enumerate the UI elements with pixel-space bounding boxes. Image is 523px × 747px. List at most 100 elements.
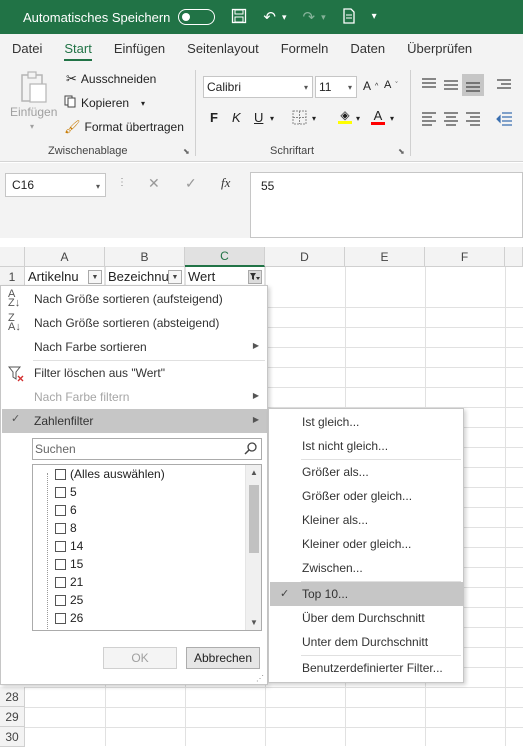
undo-icon[interactable]: ↶ [263,10,276,25]
checkbox[interactable] [55,594,66,606]
resize-grip-icon[interactable]: ⋰ [256,675,264,683]
checkbox[interactable] [55,486,66,498]
font-color-icon[interactable]: A [371,109,385,125]
align-bottom-icon[interactable] [462,74,484,96]
filter-by-color-item[interactable]: Nach Farbe filtern ▶ [2,385,267,409]
column-header-a[interactable]: A [25,247,105,267]
column-header-b[interactable]: B [105,247,185,267]
tab-einfuegen[interactable]: Einfügen [114,34,165,64]
tab-datei[interactable]: Datei [12,34,42,64]
checkbox[interactable] [55,468,66,480]
submenu-item-below-average[interactable]: Unter dem Durchschnitt [270,630,463,654]
scroll-down-icon[interactable]: ▼ [250,618,258,627]
tab-seitenlayout[interactable]: Seitenlayout [187,34,259,64]
checkbox[interactable] [55,612,66,624]
align-center-icon[interactable] [443,112,459,126]
clipboard-launcher-icon[interactable]: ⬊ [183,147,190,156]
font-launcher-icon[interactable]: ⬊ [398,147,405,156]
column-header-g[interactable] [505,247,523,267]
enter-icon[interactable]: ✓ [185,175,197,192]
clear-filter-item[interactable]: Filter löschen aus "Wert" [2,361,267,385]
grow-font-icon[interactable]: A ^ [363,79,378,93]
paste-button[interactable]: Einfügen [10,105,57,119]
sort-by-color-item[interactable]: Nach Farbe sortieren ▶ [2,335,267,359]
fill-color-icon[interactable]: ◈ [338,109,352,124]
name-box[interactable]: C16 ▾ [5,173,106,197]
filter-dropdown-b-icon[interactable]: ▼ [168,270,182,284]
filter-search-input[interactable]: Suchen [32,438,262,460]
filter-active-c-icon[interactable] [248,270,262,284]
tab-start[interactable]: Start [64,34,93,64]
submenu-item-not-equals[interactable]: Ist nicht gleich... [270,434,463,458]
cancel-icon[interactable]: ✕ [148,175,160,192]
list-scrollbar[interactable]: ▲ ▼ [245,465,261,630]
bold-button[interactable]: F [210,110,218,125]
checkbox[interactable] [55,522,66,534]
copy-button[interactable]: Kopieren ▾ [64,95,145,111]
undo-dropdown-icon[interactable]: ▾ [282,12,287,22]
formula-input[interactable]: 55 [250,172,523,238]
scroll-up-icon[interactable]: ▲ [250,468,258,477]
number-filter-item[interactable]: ✓ Zahlenfilter ▶ [2,409,267,433]
font-name-select[interactable]: Calibri ▾ [203,76,313,98]
tab-formeln[interactable]: Formeln [281,34,329,64]
submenu-item-equals[interactable]: Ist gleich... [270,410,463,434]
row-header-1[interactable]: 1 [0,267,25,287]
align-top-icon[interactable] [421,78,437,92]
sort-ascending-item[interactable]: A Z↓ Nach Größe sortieren (aufsteigend) [2,287,267,311]
row-header-30[interactable]: 30 [0,727,25,747]
ok-button[interactable]: OK [103,647,177,669]
borders-dropdown-icon[interactable]: ▾ [312,114,316,123]
row-header-28[interactable]: 28 [0,687,25,707]
checkbox[interactable] [55,558,66,570]
borders-icon[interactable] [292,110,307,125]
list-item[interactable]: 14 [55,537,83,555]
touch-mode-icon[interactable] [342,7,356,27]
fill-color-dropdown-icon[interactable]: ▾ [356,114,360,123]
checkbox[interactable] [55,576,66,588]
list-item[interactable]: 15 [55,555,83,573]
underline-dropdown-icon[interactable]: ▾ [270,114,274,123]
cut-button[interactable]: ✂ Ausschneiden [66,71,156,87]
paste-dropdown-icon[interactable]: ▾ [30,122,34,131]
decrease-indent-icon[interactable] [496,112,512,126]
submenu-item-greater-or-equal[interactable]: Größer oder gleich... [270,484,463,508]
list-item-select-all[interactable]: (Alles auswählen) [55,465,165,483]
shrink-font-icon[interactable]: Aˇ [384,79,398,91]
font-color-dropdown-icon[interactable]: ▾ [390,114,394,123]
sort-descending-item[interactable]: Z A↓ Nach Größe sortieren (absteigend) [2,311,267,335]
submenu-item-top-10[interactable]: ✓ Top 10... [270,582,463,606]
submenu-item-less-than[interactable]: Kleiner als... [270,508,463,532]
submenu-item-above-average[interactable]: Über dem Durchschnitt [270,606,463,630]
cell-b1[interactable]: Bezeichnu ▼ [105,267,185,287]
redo-icon[interactable]: ↷ [303,10,316,25]
list-item[interactable]: 8 [55,519,77,537]
submenu-item-between[interactable]: Zwischen... [270,556,463,580]
scroll-thumb[interactable] [249,485,259,553]
customize-icon[interactable]: ▾ [372,12,377,22]
column-header-e[interactable]: E [345,247,425,267]
column-header-f[interactable]: F [425,247,505,267]
checkbox[interactable] [55,504,66,516]
save-icon[interactable] [231,8,247,27]
submenu-item-custom-filter[interactable]: Benutzerdefinierter Filter... [270,656,463,680]
redo-dropdown-icon[interactable]: ▾ [321,12,326,22]
list-item[interactable]: 21 [55,573,83,591]
select-all-corner[interactable] [0,247,25,267]
list-item[interactable]: 6 [55,501,77,519]
list-item[interactable]: 26 [55,609,83,627]
orientation-icon[interactable] [496,78,512,92]
cell-a1[interactable]: Artikelnu ▼ [25,267,105,287]
row-header-29[interactable]: 29 [0,707,25,727]
cancel-button[interactable]: Abbrechen [186,647,260,669]
list-item[interactable]: 25 [55,591,83,609]
font-size-select[interactable]: 11 ▾ [315,76,357,98]
align-left-icon[interactable] [421,112,437,126]
function-icon[interactable]: fx [221,175,230,191]
filter-dropdown-a-icon[interactable]: ▼ [88,270,102,284]
submenu-item-greater-than[interactable]: Größer als... [270,460,463,484]
format-painter-button[interactable]: 🖌 Format übertragen [64,119,184,135]
column-header-d[interactable]: D [265,247,345,267]
cell-c1[interactable]: Wert [185,267,265,287]
align-right-icon[interactable] [465,112,481,126]
